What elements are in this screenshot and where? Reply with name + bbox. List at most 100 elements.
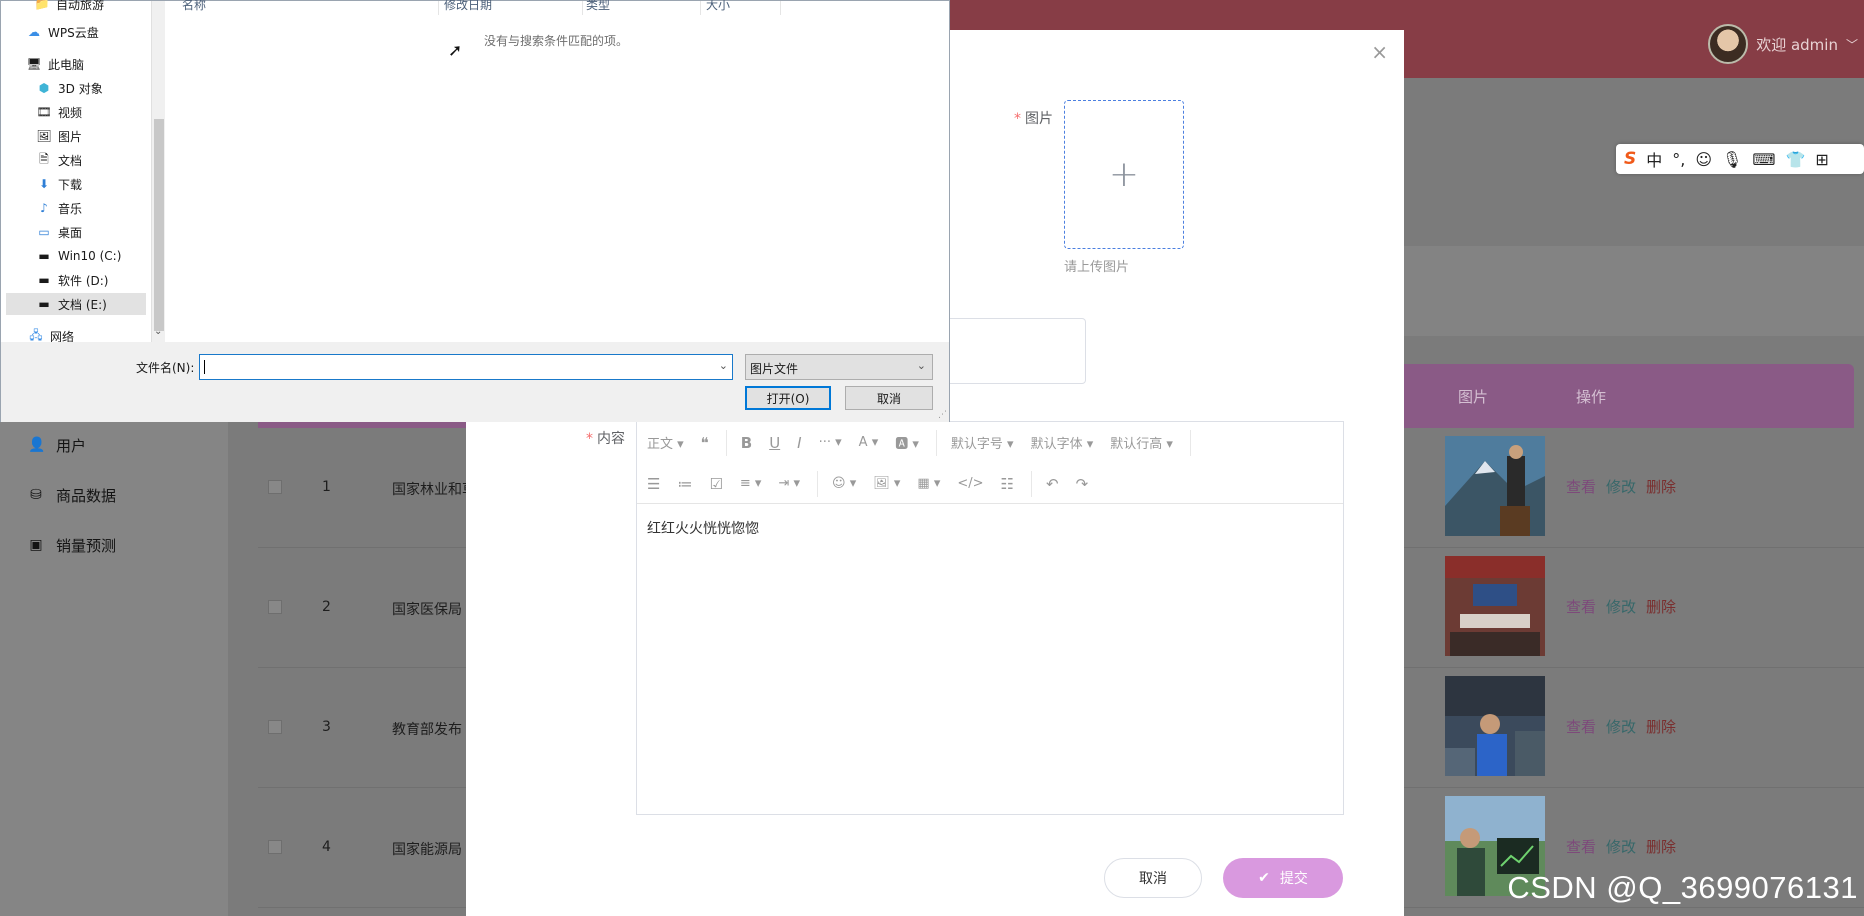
navigation-pane: 📁 自动旅游 ☁ WPS云盘 🖥 此电脑 ⬢ 3D 对象 🎞 视频 🖼 图片 🗎…: [6, 0, 165, 344]
pictures-icon: 🖼: [36, 129, 52, 143]
ime-toolbar: S 中 °, ☺ 🎙 ⌨ 👕 ⊞: [1616, 144, 1864, 174]
nav-item-drive-e[interactable]: ▬ 文档 (E:): [6, 293, 146, 315]
underline-icon[interactable]: U: [769, 434, 780, 452]
column-divider[interactable]: [780, 1, 781, 15]
line-height-dropdown[interactable]: 默认行高 ▾: [1110, 433, 1173, 452]
view-link[interactable]: 查看: [1566, 476, 1596, 497]
table-insert-dropdown[interactable]: ▦ ▾: [917, 476, 940, 491]
code-icon[interactable]: </>: [957, 476, 983, 491]
cancel-button[interactable]: 取消: [1104, 858, 1202, 898]
bold-icon[interactable]: B: [741, 434, 752, 452]
nav-item-desktop[interactable]: ▭ 桌面: [36, 221, 82, 243]
numbered-list-icon[interactable]: ≔: [677, 475, 692, 493]
nav-item-folder[interactable]: 📁 自动旅游: [34, 0, 105, 15]
submit-button[interactable]: ✔ 提交: [1223, 858, 1343, 898]
edit-link[interactable]: 修改: [1606, 716, 1636, 737]
resize-grip-icon[interactable]: ⋰: [938, 410, 947, 420]
required-mark: *: [1014, 111, 1021, 127]
nav-item-drive-d[interactable]: ▬ 软件 (D:): [36, 269, 108, 291]
column-size[interactable]: 大小: [706, 0, 730, 13]
filename-input[interactable]: ⌄: [199, 354, 733, 380]
edit-link[interactable]: 修改: [1606, 836, 1636, 857]
image-insert-dropdown[interactable]: 🖼 ▾: [873, 476, 900, 491]
emoji-dropdown[interactable]: ☺ ▾: [832, 476, 856, 491]
welcome-text: 欢迎 admin: [1756, 35, 1838, 54]
redo-icon[interactable]: ↷: [1076, 475, 1089, 493]
nav-item-wps-cloud[interactable]: ☁ WPS云盘: [26, 21, 99, 43]
ime-chinese-mode[interactable]: 中: [1646, 147, 1662, 171]
delete-link[interactable]: 删除: [1646, 596, 1676, 617]
row-checkbox[interactable]: [268, 600, 282, 614]
row-title: 教育部发布: [392, 722, 462, 738]
font-family-dropdown[interactable]: 默认字体 ▾: [1031, 433, 1094, 452]
row-checkbox[interactable]: [268, 720, 282, 734]
nav-item-music[interactable]: ♪ 音乐: [36, 197, 82, 219]
view-link[interactable]: 查看: [1566, 596, 1596, 617]
user-menu[interactable]: 欢迎 admin ﹀: [1708, 22, 1864, 66]
nav-item-this-pc[interactable]: 🖥 此电脑: [26, 53, 84, 75]
nav-item-pictures[interactable]: 🖼 图片: [36, 125, 82, 147]
ime-voice-icon[interactable]: 🎙: [1722, 150, 1742, 169]
column-divider[interactable]: [438, 1, 439, 15]
nav-item-videos[interactable]: 🎞 视频: [36, 101, 82, 123]
ime-toolbox-icon[interactable]: ⊞: [1815, 150, 1828, 169]
editor-content[interactable]: 红红火火恍恍惚惚: [637, 504, 1343, 552]
close-icon[interactable]: ×: [1371, 40, 1388, 64]
indent-dropdown[interactable]: ⇥ ▾: [778, 476, 800, 491]
row-checkbox[interactable]: [268, 840, 282, 854]
file-type-select[interactable]: 图片文件 ⌄: [745, 354, 933, 380]
delete-link[interactable]: 删除: [1646, 836, 1676, 857]
divider-line-icon[interactable]: ☷: [1001, 475, 1014, 493]
more-styles-dropdown[interactable]: ··· ▾: [819, 435, 842, 450]
sidebar-item-label: 商品数据: [56, 486, 117, 505]
sidebar-item-users[interactable]: 👤 用户: [28, 420, 116, 470]
edit-link[interactable]: 修改: [1606, 596, 1636, 617]
nav-item-downloads[interactable]: ⬇ 下载: [36, 173, 82, 195]
ime-emoji-icon[interactable]: ☺: [1695, 150, 1712, 169]
view-link[interactable]: 查看: [1566, 716, 1596, 737]
ime-skin-icon[interactable]: 👕: [1785, 150, 1805, 169]
chevron-down-icon[interactable]: ﹀: [1846, 36, 1858, 53]
sogou-logo-icon[interactable]: S: [1624, 149, 1636, 169]
row-index: 4: [322, 839, 331, 855]
chevron-down-icon[interactable]: ⌄: [719, 359, 728, 372]
image-upload[interactable]: +: [1064, 100, 1184, 249]
column-type[interactable]: 类型: [586, 0, 610, 13]
background-color-dropdown[interactable]: 🅰 ▾: [895, 433, 919, 452]
sidebar-item-product-data[interactable]: ⛁ 商品数据: [28, 470, 116, 520]
delete-link[interactable]: 删除: [1646, 476, 1676, 497]
database-icon: ⛁: [30, 487, 42, 503]
dialog-cancel-button[interactable]: 取消: [845, 386, 933, 410]
column-divider[interactable]: [582, 1, 583, 15]
sidebar-item-label: 用户: [56, 436, 87, 455]
nav-item-3d-objects[interactable]: ⬢ 3D 对象: [36, 77, 103, 99]
nav-item-drive-c[interactable]: ▬ Win10 (C:): [36, 245, 121, 267]
paragraph-style-dropdown[interactable]: 正文 ▾: [647, 433, 684, 452]
nav-item-label: 图片: [58, 129, 83, 144]
undo-icon[interactable]: ↶: [1046, 475, 1059, 493]
file-type-value: 图片文件: [750, 362, 799, 376]
edit-link[interactable]: 修改: [1606, 476, 1636, 497]
sidebar-item-sales-forecast[interactable]: ▣ 销量预测: [28, 520, 116, 570]
ime-keyboard-icon[interactable]: ⌨: [1752, 150, 1775, 169]
blockquote-icon[interactable]: ❝: [701, 434, 709, 452]
todo-list-icon[interactable]: ☑: [709, 475, 722, 493]
font-size-dropdown[interactable]: 默认字号 ▾: [951, 433, 1014, 452]
open-button[interactable]: 打开(O): [745, 386, 831, 410]
toolbar-divider: [1031, 470, 1032, 497]
bullet-list-icon[interactable]: ☰: [647, 475, 660, 493]
ime-punctuation-icon[interactable]: °,: [1672, 150, 1685, 169]
avatar[interactable]: [1708, 24, 1749, 64]
column-name[interactable]: 名称: [182, 0, 206, 13]
font-color-dropdown[interactable]: A ▾: [859, 435, 879, 450]
row-title: 国家医保局: [392, 602, 462, 618]
nav-item-documents[interactable]: 🗎 文档: [36, 149, 82, 171]
row-checkbox[interactable]: [268, 480, 282, 494]
italic-icon[interactable]: I: [797, 434, 801, 452]
align-dropdown[interactable]: ≡ ▾: [740, 476, 762, 491]
delete-link[interactable]: 删除: [1646, 716, 1676, 737]
column-divider[interactable]: [700, 1, 701, 15]
view-link[interactable]: 查看: [1566, 836, 1596, 857]
video-icon: 🎞: [36, 105, 52, 119]
column-modified[interactable]: 修改日期: [444, 0, 492, 13]
